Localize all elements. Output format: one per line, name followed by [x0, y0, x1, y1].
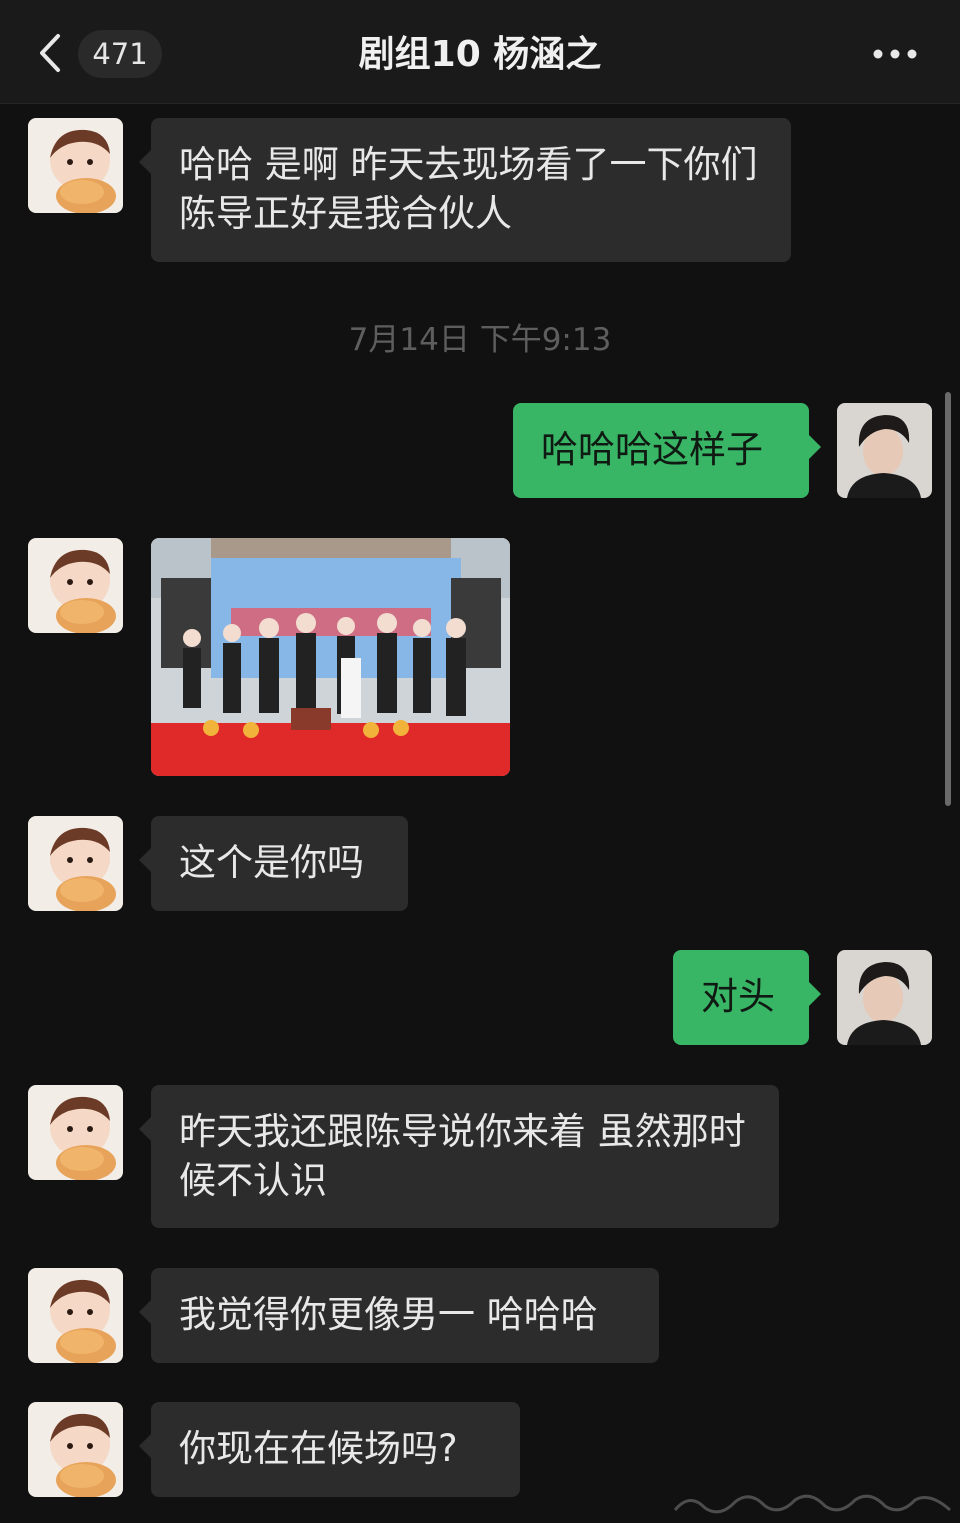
avatar-image: [28, 816, 123, 911]
message-bubble-incoming[interactable]: 你现在在候场吗?: [139, 1402, 520, 1497]
scrollbar[interactable]: [945, 392, 951, 806]
avatar-image: [837, 403, 932, 498]
avatar-image: [837, 950, 932, 1045]
message-bubble-incoming[interactable]: 昨天我还跟陈导说你来着 虽然那时候不认识: [139, 1085, 779, 1228]
more-options-button[interactable]: [868, 34, 924, 74]
contact-avatar[interactable]: [28, 538, 123, 633]
self-avatar[interactable]: [837, 403, 932, 498]
self-avatar[interactable]: [837, 950, 932, 1045]
photo-icon: [151, 538, 510, 776]
message-bubble-incoming[interactable]: 我觉得你更像男一 哈哈哈: [139, 1268, 659, 1363]
message-bubble-outgoing[interactable]: 对头: [673, 950, 821, 1045]
contact-avatar[interactable]: [28, 1268, 123, 1363]
message-timestamp: 7月14日 下午9:13: [348, 322, 612, 358]
avatar-image: [28, 1085, 123, 1180]
ellipsis-icon: [873, 49, 917, 59]
message-bubble-outgoing[interactable]: 哈哈哈这样子: [513, 403, 821, 498]
chat-header: 471 剧组10 杨涵之: [0, 0, 960, 104]
message-bubble-incoming[interactable]: 这个是你吗: [139, 816, 408, 911]
avatar-image: [28, 1268, 123, 1363]
message-bubble-incoming[interactable]: 哈哈 是啊 昨天去现场看了一下你们 陈导正好是我合伙人: [139, 118, 791, 262]
avatar-image: [28, 118, 123, 213]
contact-avatar[interactable]: [28, 1085, 123, 1180]
contact-avatar[interactable]: [28, 118, 123, 213]
contact-avatar[interactable]: [28, 816, 123, 911]
unread-count-badge[interactable]: 471: [78, 30, 162, 78]
back-button[interactable]: [34, 30, 68, 76]
contact-avatar[interactable]: [28, 1402, 123, 1497]
avatar-image: [28, 538, 123, 633]
avatar-image: [28, 1402, 123, 1497]
chevron-left-icon: [40, 34, 60, 72]
message-image[interactable]: [151, 538, 510, 776]
chat-title: 剧组10 杨涵之: [358, 34, 602, 75]
watermark-mark: [673, 1494, 952, 1514]
